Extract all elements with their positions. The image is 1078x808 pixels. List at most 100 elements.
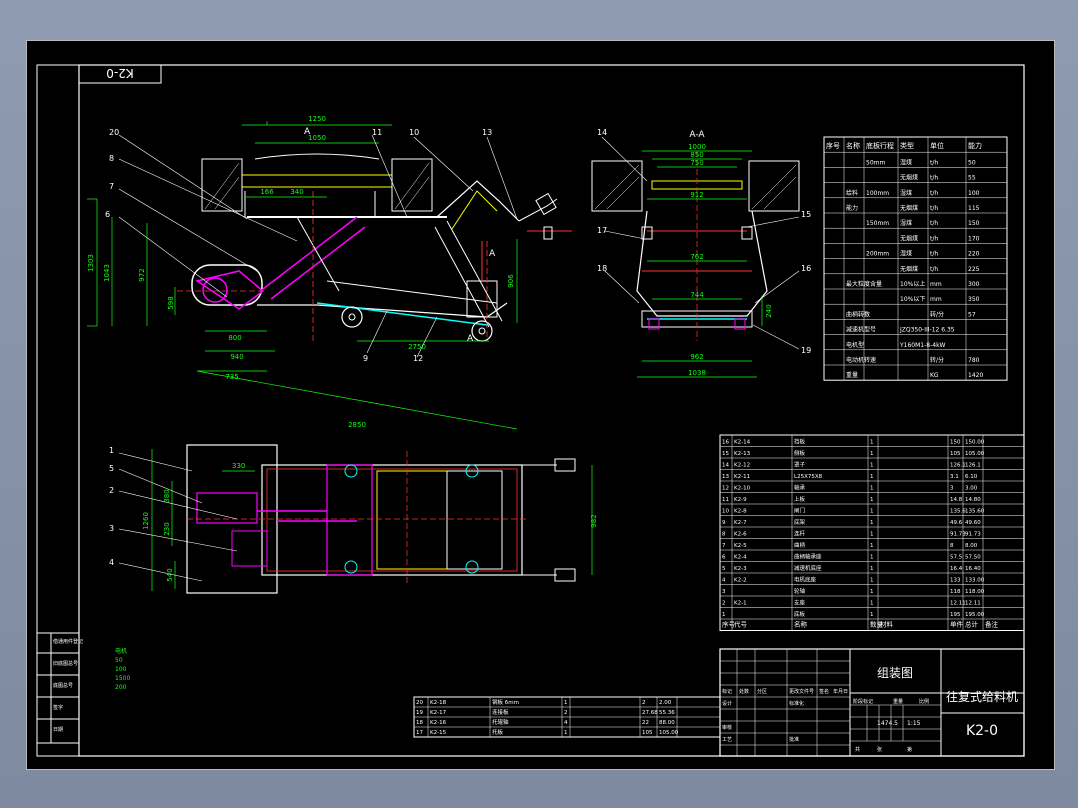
- parts-cell: 14.8: [950, 497, 963, 503]
- spec-table: 50mm 湿煤 t/h 50无烟煤 t/h 55给料 100mm 湿煤 t/h 100能力 无烟煤 t…: [823, 136, 1008, 381]
- balloon-7: 7: [109, 182, 114, 191]
- rev-label-4: 日期: [53, 727, 63, 733]
- parts-cell: 150: [950, 440, 961, 446]
- bottom-cell: 1: [564, 730, 568, 736]
- parts-cell: 10: [722, 509, 729, 515]
- parts-cell: 4: [722, 578, 726, 584]
- spec-cell: t/h: [930, 235, 938, 242]
- spec-cell: 50mm: [866, 159, 885, 166]
- spec-cell: 无烟煤: [900, 174, 918, 182]
- bottom-cell: 88.00: [659, 720, 675, 726]
- bottom-cell: K2-17: [430, 710, 447, 716]
- parts-cell: 14: [722, 463, 729, 469]
- rev-label-3: 签字: [53, 704, 63, 711]
- dim-540: 540: [166, 568, 174, 581]
- parts-cell: 135.6: [950, 509, 966, 515]
- balloon-5: 5: [109, 464, 114, 473]
- parts-cell: 1: [870, 601, 874, 607]
- parts-list: 16 K2-14 挡板 1 150 150.0015 K2-13 侧板 1 105 105.0014…: [719, 434, 1025, 631]
- dim-735: 735: [225, 373, 238, 381]
- balloon-15: 15: [801, 210, 811, 219]
- spec-cell: 转/分: [930, 310, 944, 318]
- parts-cell: 1: [870, 509, 874, 515]
- dim-2850: 2850: [348, 421, 366, 429]
- balloon-8: 8: [109, 154, 114, 163]
- parts-cell: 12.11: [950, 601, 966, 607]
- parts-header: 总计: [965, 620, 979, 629]
- spec-header: 能力: [968, 141, 982, 150]
- section-mark-a-right: A: [489, 249, 496, 259]
- section-a-a-view: A-A 1000 850 750 912 762 744 962 1038 24…: [591, 128, 811, 378]
- dim-240: 240: [765, 304, 773, 317]
- parts-cell: K2-5: [734, 543, 747, 549]
- parts-cell: 1: [870, 532, 874, 538]
- spec-cell: mm: [930, 296, 942, 303]
- balloon-6: 6: [105, 210, 110, 219]
- dim-850: 850: [690, 151, 703, 159]
- spec-cell: 150: [968, 220, 980, 227]
- drawing-title: 往复式给料机: [946, 689, 1018, 704]
- parts-cell: K2-13: [734, 451, 751, 457]
- tb-label-stage: 阶段标记: [853, 698, 873, 705]
- tb-label-craft: 工艺: [722, 737, 732, 743]
- tb-label-sheetno: 第: [907, 746, 912, 753]
- spec-cell: 湿煤: [900, 219, 912, 227]
- dim-982: 982: [590, 514, 598, 527]
- dim-762: 762: [690, 253, 703, 261]
- parts-header: 名称: [794, 620, 808, 629]
- parts-cell: 上板: [794, 495, 806, 503]
- parts-cell: 曲柄: [794, 541, 806, 549]
- inner-frame: [78, 64, 1025, 757]
- dim-340: 340: [290, 188, 303, 196]
- svg-text:200: 200: [115, 684, 127, 691]
- outer-frame: [36, 64, 1025, 757]
- bottom-cell: K2-15: [430, 730, 447, 736]
- parts-cell: 91.73: [950, 532, 966, 538]
- spec-cell: 湿煤: [900, 158, 912, 166]
- spec-cell: 湿煤: [900, 250, 912, 258]
- parts-cell: 1: [870, 451, 874, 457]
- title-block: 组装图 往复式给料机 K2-0 1474.5 1:15 标记 处数 分区 更改文…: [719, 648, 1025, 757]
- parts-cell: 15: [722, 451, 729, 457]
- parts-cell: 2: [722, 601, 726, 607]
- parts-cell: 14.80: [965, 497, 981, 503]
- spec-cell: t/h: [930, 175, 938, 182]
- parts-cell: K2-1: [734, 601, 747, 607]
- spec-cell: 无烟煤: [900, 265, 918, 273]
- balloon-2: 2: [109, 486, 114, 495]
- parts-cell: 57.5: [950, 555, 963, 561]
- spec-cell: 转/分: [930, 356, 944, 364]
- spec-cell: mm: [930, 281, 942, 288]
- dim-1260: 1260: [142, 512, 150, 530]
- parts-cell: 8.00: [965, 543, 978, 549]
- parts-cell: K2-14: [734, 440, 751, 446]
- parts-cell: 1: [870, 463, 874, 469]
- svg-text:50: 50: [115, 657, 123, 664]
- dim-1303: 1303: [87, 254, 95, 272]
- parts-cell: 3: [722, 589, 726, 595]
- plan-view: 330 380 230 1260 540 982 1 5 2 3 4: [109, 444, 598, 594]
- parts-cell: 1: [870, 555, 874, 561]
- dim-top-width: 1250: [308, 115, 326, 123]
- dim-912: 912: [690, 191, 703, 199]
- parts-cell: 16.40: [965, 566, 981, 572]
- side-note: 电机 50 100 1500 200: [115, 647, 130, 691]
- tb-label-scale: 比例: [919, 698, 929, 705]
- parts-header: 备注: [985, 620, 999, 629]
- tb-label-zone: 分区: [757, 688, 767, 695]
- dim-972: 972: [138, 268, 146, 281]
- parts-cell: K2-12: [734, 463, 750, 469]
- rev-label-1: 旧底图总号: [53, 660, 78, 667]
- parts-cell: 8: [722, 532, 726, 538]
- parts-cell: 挡板: [794, 438, 806, 446]
- bottom-cell: 1: [564, 700, 568, 706]
- parts-cell: 1: [870, 589, 874, 595]
- bottom-cell: 22: [642, 720, 649, 726]
- dim-906: 906: [507, 274, 515, 288]
- tb-label-design: 设计: [722, 700, 732, 707]
- bottom-cell: 2.00: [659, 700, 672, 706]
- spec-cell: 50: [968, 159, 976, 166]
- parts-cell: 轮轴: [794, 587, 806, 595]
- parts-cell: 1: [870, 578, 874, 584]
- bottom-cell: 20: [416, 700, 423, 706]
